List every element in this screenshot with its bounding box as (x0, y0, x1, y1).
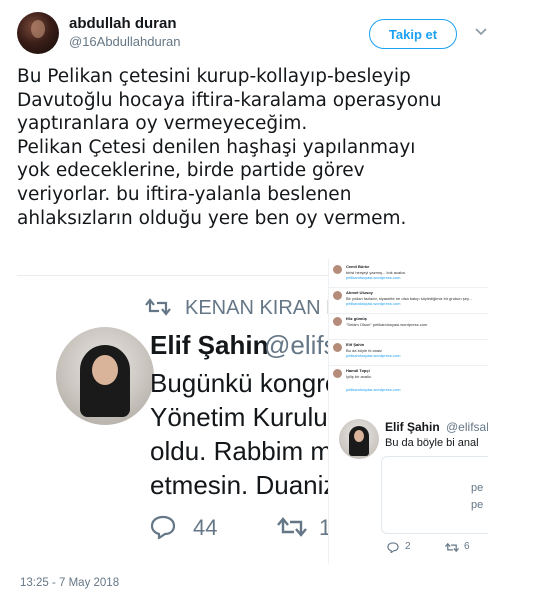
attached-screenshot-small[interactable]: Cemil Bürke birisi herşeyi yazmış... lın… (328, 259, 488, 564)
divider (17, 275, 367, 276)
follow-button[interactable]: Takip et (369, 19, 457, 49)
divider (329, 287, 488, 288)
avatar (333, 317, 342, 326)
divider (329, 365, 488, 366)
reply-link: pelikandosyasi.wordpress.com (346, 275, 401, 280)
avatar (333, 265, 342, 274)
quoted-author-handle: @elifs (264, 330, 337, 360)
reply-author: Hamdi Topçi (346, 368, 370, 373)
reply-link: pelikandosyasi.wordpress.com (346, 353, 401, 358)
tweet-line: Bu Pelikan çetesini kurup-kollayıp-besle… (17, 66, 411, 87)
reply-count: 2 (405, 541, 411, 552)
tweet-line: Pelikan Çetesi denilen haşhaşi yapılanma… (17, 136, 416, 158)
tweet-line: veriyorlar. bu iftira-yalanla beslenen (17, 183, 352, 205)
reply-author: Cemil Bürke (346, 264, 370, 269)
avatar (333, 369, 342, 378)
link-card-text: pe (471, 499, 484, 511)
quoted-author-handle: @elifsah (446, 420, 488, 434)
retweet-icon (277, 517, 307, 537)
avatar-face (92, 355, 118, 385)
link-text: pelikandosyasi.wordpress.com (346, 387, 401, 392)
link-card (381, 456, 488, 534)
author-handle[interactable]: @16Abdullahduran (69, 34, 181, 49)
tweet-line: yok edeceklerine, birde partide görev (17, 160, 365, 182)
divider (329, 313, 488, 314)
reply-author: filiz gümüş (346, 316, 367, 321)
avatar (333, 343, 342, 352)
reply-icon (387, 542, 399, 553)
quoted-text-line: oldu. Rabbim m (150, 436, 333, 466)
reply-link: pelikandosyasi.wordpress.com (346, 301, 401, 306)
quoted-author-name: Elif Şahin (385, 420, 440, 434)
quoted-author-name: Elif Şahin (150, 330, 269, 360)
link-card-text: pe (471, 482, 484, 494)
tweet-header: abdullah duran @16Abdullahduran Takip et (17, 12, 525, 56)
chevron-down-icon[interactable] (471, 22, 491, 42)
reply-icon (150, 515, 176, 539)
retweet-icon (145, 298, 171, 316)
tweet-text: Bu Pelikan çetesini kurup-kollayıp-besle… (17, 65, 527, 230)
reply-text: "Selam Olsun" pelikandosyasi.wordpress.c… (346, 322, 428, 327)
reply-text: İyiliş bir analiz. (346, 374, 373, 379)
attached-screenshot-large[interactable]: KENAN KIRAN Ret Elif Şahin @elifs Bugünk… (17, 275, 367, 557)
divider (329, 339, 488, 340)
retweet-count: 6 (464, 541, 470, 552)
avatar-face (354, 430, 364, 442)
tweet-line: Davutoğlu hocaya iftira-karalama operasy… (17, 89, 442, 111)
quoted-text-line: Bugünkü kongre (150, 368, 340, 398)
reply-author: Elif Şahin (346, 342, 365, 347)
reply-count: 44 (193, 515, 218, 540)
quoted-text-line: Yönetim Kurulu (150, 402, 328, 432)
retweet-icon (445, 542, 459, 553)
quoted-author-avatar (56, 327, 154, 425)
reply-author: Ahmet Ulusoy (346, 290, 373, 295)
author-display-name[interactable]: abdullah duran (69, 15, 177, 32)
quoted-text-line: etmesin. Duaniz (150, 470, 337, 500)
tweet-line: yaptıranlara oy vermeyeceğim. (17, 113, 308, 135)
avatar (333, 291, 342, 300)
quoted-author-avatar (339, 419, 379, 459)
quoted-text: Bu da böyle bi anal (385, 437, 479, 449)
tweet-timestamp[interactable]: 13:25 - 7 May 2018 (20, 577, 119, 589)
tweet-line: ahlaksızların olduğu yere ben oy vermem. (17, 207, 407, 229)
author-avatar[interactable] (17, 12, 59, 54)
